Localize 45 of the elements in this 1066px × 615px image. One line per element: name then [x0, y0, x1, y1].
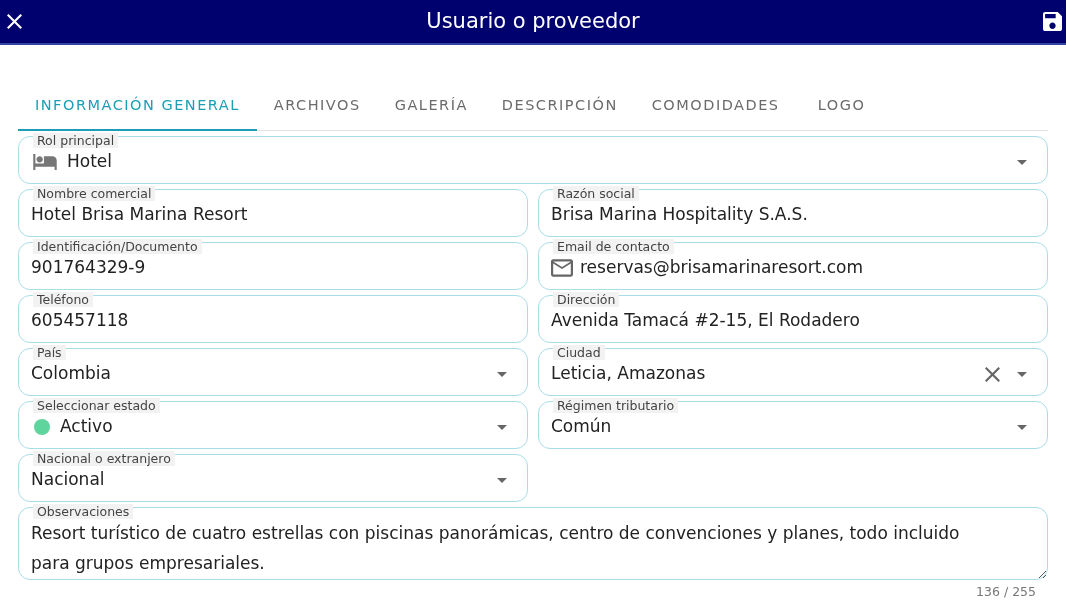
caret-icon [497, 477, 507, 483]
bed-icon [33, 154, 57, 170]
tab[interactable]: GALERÍA [377, 82, 485, 131]
field-label: Nacional o extranjero [33, 451, 175, 466]
text-field[interactable]: Dirección Avenida Tamacá #2-15, El Rodadero [538, 295, 1048, 343]
select-field[interactable]: País Colombia [18, 348, 528, 396]
field-label: Razón social [553, 186, 639, 201]
email-field[interactable]: Email de contacto reservas@brisamarinaresort.com [538, 242, 1048, 290]
close-icon[interactable] [7, 14, 22, 29]
character-counter: 136 / 255 [976, 584, 1036, 599]
tab[interactable]: ARCHIVOS [256, 82, 378, 131]
caret-icon [497, 424, 507, 430]
mail-icon [551, 259, 573, 277]
save-icon[interactable] [1043, 12, 1062, 31]
field-label: País [33, 345, 66, 360]
field-label: Régimen tributario [553, 398, 679, 413]
text-field[interactable]: Identificación/Documento 901764329-9 [18, 242, 528, 290]
field-label: Rol principal [33, 133, 119, 148]
tab[interactable]: DESCRIPCIÓN [484, 82, 635, 131]
caret-icon [1017, 159, 1027, 165]
field-label: Ciudad [553, 345, 605, 360]
field-label: Teléfono [33, 292, 93, 307]
select-field[interactable]: Seleccionar estado Activo [18, 401, 528, 449]
caret-icon [1017, 371, 1027, 377]
tab[interactable]: LOGO [796, 82, 887, 131]
select-field[interactable]: Nacional o extranjero Nacional [18, 454, 528, 502]
field-label: Seleccionar estado [33, 398, 160, 413]
text-field[interactable]: Razón social Brisa Marina Hospitality S.A.S. [538, 189, 1048, 237]
field-label: Dirección [553, 292, 620, 307]
text-field[interactable]: Nombre comercial Hotel Brisa Marina Resort [18, 189, 528, 237]
textarea-field[interactable]: Observaciones Resort turístico de cuatro estrellas con piscinas panorámicas, centro de convenciones y planes, todo incluido para grupos empresariales. [18, 507, 1048, 580]
select-field[interactable]: Ciudad Leticia, Amazonas [538, 348, 1048, 396]
window-title: Usuario o proveedor [426, 7, 640, 35]
field-label: Email de contacto [553, 239, 674, 254]
clear-icon[interactable] [985, 366, 1000, 382]
field-label: Identificación/Documento [33, 239, 202, 254]
field-label: Observaciones [33, 504, 134, 519]
caret-icon [1017, 424, 1027, 430]
select-field[interactable]: Rol principal Hotel [18, 136, 1048, 184]
text-field[interactable]: Teléfono 605457118 [18, 295, 528, 343]
tab[interactable]: COMODIDADES [634, 82, 797, 131]
caret-icon [497, 371, 507, 377]
field-label: Nombre comercial [33, 186, 156, 201]
resize-handle-icon[interactable] [1038, 570, 1046, 578]
select-field[interactable]: Régimen tributario Común [538, 401, 1048, 449]
